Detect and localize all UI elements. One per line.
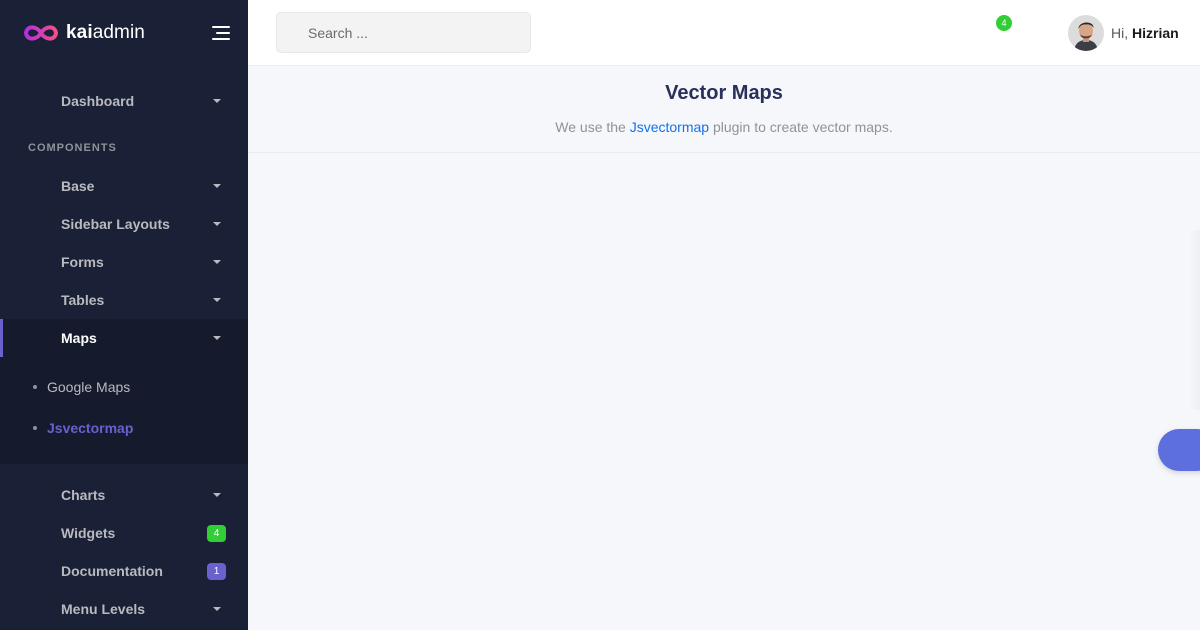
sidebar-item-sidebar-layouts[interactable]: Sidebar Layouts xyxy=(0,205,248,243)
caret-down-icon xyxy=(213,298,221,302)
caret-down-icon xyxy=(213,99,221,103)
page-header: Vector Maps We use the Jsvectormap plugi… xyxy=(248,66,1200,153)
brand-name: kaiadmin xyxy=(66,22,145,43)
sidebar-item-menu-levels[interactable]: Menu Levels xyxy=(0,590,248,628)
sidebar-item-label: Menu Levels xyxy=(61,601,146,617)
sidebar-item-label: Base xyxy=(61,178,95,194)
user-greeting: Hi, Hizrian xyxy=(1111,25,1179,41)
maps-group: Maps Google Maps Jsvectormap xyxy=(0,319,248,464)
search-box xyxy=(276,12,531,53)
user-profile-menu[interactable]: Hi, Hizrian xyxy=(1068,15,1179,51)
caret-down-icon xyxy=(213,493,221,497)
sidebar-item-base[interactable]: Base xyxy=(0,167,248,205)
sidebar-item-documentation[interactable]: Documentation 1 xyxy=(0,552,248,590)
avatar xyxy=(1068,15,1104,51)
jsvectormap-link[interactable]: Jsvectormap xyxy=(630,119,709,135)
bullet-icon xyxy=(33,384,37,389)
sidebar-item-label: Charts xyxy=(61,487,106,503)
sidebar-item-label: Tables xyxy=(61,292,105,308)
sidebar-item-label: Sidebar Layouts xyxy=(61,216,170,232)
edge-shadow xyxy=(1188,230,1200,410)
caret-down-icon xyxy=(213,184,221,188)
sidebar-item-widgets[interactable]: Widgets 4 xyxy=(0,514,248,552)
search-input[interactable] xyxy=(277,13,530,52)
caret-down-icon xyxy=(213,260,221,264)
submenu-item-google-maps[interactable]: Google Maps xyxy=(0,366,248,407)
sidebar-item-tables[interactable]: Tables xyxy=(0,281,248,319)
section-title: COMPONENTS xyxy=(28,142,117,154)
caret-down-icon xyxy=(213,336,221,340)
caret-down-icon xyxy=(213,607,221,611)
bullet-icon xyxy=(33,425,37,430)
sidebar-item-label: Forms xyxy=(61,254,104,270)
sidebar-item-label: Dashboard xyxy=(61,93,135,109)
documentation-count-badge: 1 xyxy=(207,562,226,580)
sidebar-item-dashboard[interactable]: Dashboard xyxy=(0,82,248,120)
sidebar-item-label: Widgets xyxy=(61,525,116,541)
sidebar-item-forms[interactable]: Forms xyxy=(0,243,248,281)
settings-float-button[interactable] xyxy=(1158,429,1200,471)
caret-down-icon xyxy=(213,222,221,226)
logo-bar: kaiadmin xyxy=(0,0,248,66)
sidebar-item-label: Maps xyxy=(61,330,97,346)
top-navbar: 4 Hi, Hizrian xyxy=(248,0,1200,66)
brand-logo[interactable]: kaiadmin xyxy=(22,22,145,44)
submenu-item-label: Google Maps xyxy=(47,378,131,395)
sidebar-item-label: Documentation xyxy=(61,563,163,579)
submenu-item-jsvectormap[interactable]: Jsvectormap xyxy=(0,407,248,448)
sidebar: kaiadmin Dashboard COMPONENTS Base Sideb… xyxy=(0,0,248,630)
sidebar-toggle-icon[interactable] xyxy=(208,24,230,42)
submenu-item-label: Jsvectormap xyxy=(47,419,134,436)
sidebar-item-charts[interactable]: Charts xyxy=(0,476,248,514)
page-description: We use the Jsvectormap plugin to create … xyxy=(555,119,893,135)
notification-count-badge[interactable]: 4 xyxy=(996,15,1012,31)
page-title: Vector Maps xyxy=(665,82,783,104)
widgets-count-badge: 4 xyxy=(207,524,226,542)
sidebar-item-maps[interactable]: Maps xyxy=(0,319,248,357)
infinity-logo-icon xyxy=(23,25,59,41)
